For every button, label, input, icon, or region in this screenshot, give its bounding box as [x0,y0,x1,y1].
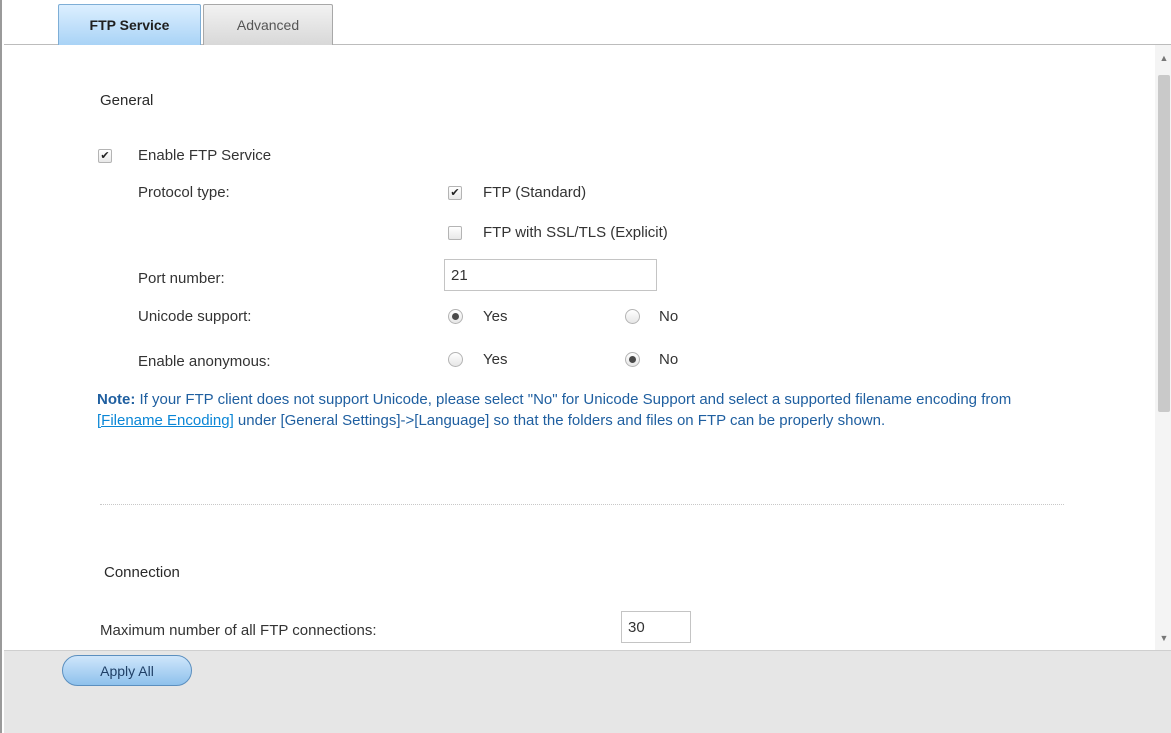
ftp-ssl-tls-checkbox[interactable] [448,226,462,240]
connection-section-title: Connection [104,564,180,581]
tab-bar: FTP Service Advanced [4,0,1171,45]
note-prefix: Note: [97,391,136,408]
checkmark-icon: ✔ [450,186,460,199]
max-connections-input[interactable]: 30 [621,611,691,643]
unicode-note: Note: If your FTP client does not suppor… [97,389,1047,431]
scroll-up-icon[interactable]: ▲ [1155,49,1171,67]
unicode-no-radio[interactable] [625,309,640,324]
anonymous-no-label: No [659,351,679,368]
anonymous-yes-radio[interactable] [448,352,463,367]
filename-encoding-link[interactable]: [Filename Encoding] [97,412,234,429]
unicode-no-label: No [659,308,679,325]
apply-all-button[interactable]: Apply All [62,655,192,686]
footer-bar: Apply All [4,650,1171,733]
ftp-settings-window: FTP Service Advanced General ✔ Enable FT… [0,0,1171,733]
settings-content: General ✔ Enable FTP Service Protocol ty… [4,45,1155,650]
unicode-yes-radio[interactable] [448,309,463,324]
tab-ftp-service[interactable]: FTP Service [58,4,201,45]
ftp-standard-label: FTP (Standard) [483,184,587,201]
scrollbar-thumb[interactable] [1158,75,1170,412]
port-number-label: Port number: [138,270,225,287]
anonymous-no-radio[interactable] [625,352,640,367]
tab-advanced[interactable]: Advanced [203,4,333,45]
unicode-yes-label: Yes [483,308,508,325]
protocol-type-label: Protocol type: [138,184,230,201]
port-number-input[interactable]: 21 [444,259,657,291]
unicode-support-label: Unicode support: [138,308,252,325]
note-text-2: under [General Settings]->[Language] so … [233,412,886,429]
scroll-down-icon[interactable]: ▼ [1155,629,1171,647]
enable-ftp-label: Enable FTP Service [138,147,272,164]
vertical-scrollbar[interactable]: ▲ ▼ [1155,45,1171,650]
general-section-title: General [100,92,154,109]
ftp-standard-checkbox[interactable]: ✔ [448,186,462,200]
max-connections-label: Maximum number of all FTP connections: [100,622,377,639]
section-divider [100,504,1064,505]
note-text-1: If your FTP client does not support Unic… [135,391,1012,408]
enable-anonymous-label: Enable anonymous: [138,353,271,370]
enable-ftp-checkbox[interactable]: ✔ [98,149,112,163]
ftp-ssl-tls-label: FTP with SSL/TLS (Explicit) [483,224,668,241]
checkmark-icon: ✔ [100,149,110,162]
anonymous-yes-label: Yes [483,351,508,368]
